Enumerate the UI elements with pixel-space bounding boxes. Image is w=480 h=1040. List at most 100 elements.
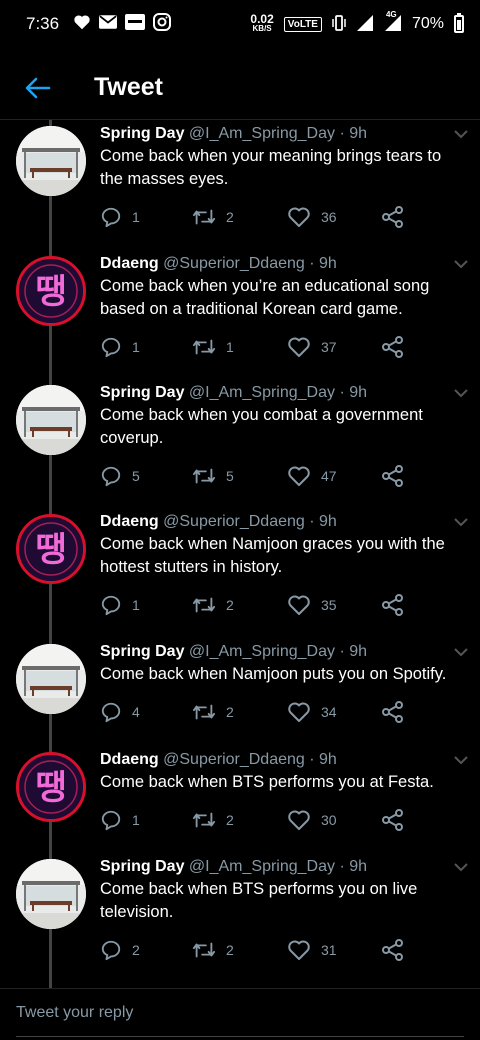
reply-button[interactable]: 2 [100, 939, 192, 961]
like-count: 34 [321, 704, 337, 720]
like-count: 30 [321, 812, 337, 828]
like-button[interactable]: 31 [287, 939, 382, 961]
chevron-down-icon[interactable] [454, 385, 468, 398]
reply-input[interactable] [16, 989, 464, 1037]
share-icon [382, 336, 403, 358]
tweet-actions: 1 2 30 [100, 808, 404, 832]
reply-count: 1 [132, 812, 140, 828]
back-button[interactable] [18, 68, 58, 108]
share-button[interactable] [382, 465, 404, 487]
reply-button[interactable]: 1 [100, 594, 192, 616]
avatar-ddaeng[interactable]: 땡 [16, 752, 86, 822]
user-handle[interactable]: @Superior_Ddaeng [163, 255, 305, 272]
avatar-spring-day[interactable] [16, 644, 86, 714]
reply-icon [101, 810, 121, 831]
user-handle[interactable]: @I_Am_Spring_Day [189, 125, 335, 142]
tweet-text: Come back when you’re an educational son… [100, 277, 430, 318]
like-button[interactable]: 36 [287, 206, 382, 228]
reply-button[interactable]: 1 [100, 336, 192, 358]
tweet-actions: 1 1 37 [100, 335, 404, 359]
reply-count: 5 [132, 468, 140, 484]
share-button[interactable] [382, 336, 404, 358]
avatar-spring-day[interactable] [16, 859, 86, 929]
retweet-button[interactable]: 1 [192, 337, 287, 357]
retweet-count: 2 [226, 942, 234, 958]
like-button[interactable]: 35 [287, 594, 382, 616]
display-name[interactable]: Ddaeng [100, 513, 159, 530]
share-icon [382, 939, 403, 961]
reply-button[interactable]: 1 [100, 809, 192, 831]
tweet-time: · 9h [339, 384, 368, 401]
chevron-down-icon[interactable] [454, 256, 468, 269]
chevron-down-icon[interactable] [454, 126, 468, 139]
retweet-button[interactable]: 2 [192, 207, 287, 227]
avatar-spring-day[interactable] [16, 385, 86, 455]
volte-badge: VoLTE [283, 16, 322, 32]
share-button[interactable] [382, 939, 404, 961]
heart-outline-icon [288, 595, 310, 615]
tweet-text: Come back when your meaning brings tears… [100, 147, 442, 188]
like-button[interactable]: 47 [287, 465, 382, 487]
chevron-down-icon[interactable] [454, 514, 468, 527]
like-count: 47 [321, 468, 337, 484]
retweet-icon [192, 704, 216, 720]
like-button[interactable]: 34 [287, 701, 382, 723]
reply-icon [101, 940, 121, 961]
tweet-header: Spring Day @I_Am_Spring_Day · 9h [100, 641, 460, 663]
like-button[interactable]: 37 [287, 336, 382, 358]
tweet-header: Ddaeng @Superior_Ddaeng · 9h [100, 749, 460, 771]
battery-icon [454, 13, 464, 33]
user-handle[interactable]: @I_Am_Spring_Day [189, 858, 335, 875]
user-handle[interactable]: @I_Am_Spring_Day [189, 384, 335, 401]
share-button[interactable] [382, 594, 404, 616]
display-name[interactable]: Spring Day [100, 643, 184, 660]
retweet-button[interactable]: 5 [192, 466, 287, 486]
app-icon [125, 13, 146, 35]
display-name[interactable]: Ddaeng [100, 255, 159, 272]
tweet-time: · 9h [309, 255, 337, 272]
retweet-button[interactable]: 2 [192, 595, 287, 615]
tweet-header: Ddaeng @Superior_Ddaeng · 9h [100, 253, 460, 275]
tweet-body: Spring Day @I_Am_Spring_Day · 9h Come ba… [100, 382, 460, 450]
share-icon [382, 594, 403, 616]
heart-outline-icon [288, 702, 310, 722]
retweet-icon [192, 597, 216, 613]
like-count: 31 [321, 942, 337, 958]
retweet-button[interactable]: 2 [192, 810, 287, 830]
share-button[interactable] [382, 809, 404, 831]
svg-text:땡: 땡 [35, 768, 66, 808]
share-icon [382, 701, 403, 723]
instagram-icon [153, 12, 172, 36]
reply-icon [101, 702, 121, 723]
chevron-down-icon[interactable] [454, 859, 468, 872]
display-name[interactable]: Spring Day [100, 125, 184, 142]
display-name[interactable]: Spring Day [100, 858, 184, 875]
user-handle[interactable]: @Superior_Ddaeng [163, 513, 305, 530]
svg-text:땡: 땡 [35, 272, 66, 312]
share-button[interactable] [382, 701, 404, 723]
avatar-ddaeng[interactable]: 땡 [16, 514, 86, 584]
signal-4g-icon: 4G [384, 10, 402, 35]
reply-button[interactable]: 4 [100, 701, 192, 723]
tweet-text: Come back when you combat a government c… [100, 406, 423, 447]
retweet-button[interactable]: 2 [192, 702, 287, 722]
display-name[interactable]: Spring Day [100, 384, 184, 401]
svg-text:땡: 땡 [35, 530, 66, 570]
heart-outline-icon [288, 810, 310, 830]
avatar-spring-day[interactable] [16, 126, 86, 196]
reply-button[interactable]: 1 [100, 206, 192, 228]
user-handle[interactable]: @I_Am_Spring_Day [189, 643, 335, 660]
chevron-down-icon[interactable] [454, 752, 468, 765]
share-button[interactable] [382, 206, 404, 228]
chevron-down-icon[interactable] [454, 644, 468, 657]
back-arrow-icon [25, 77, 51, 98]
reply-button[interactable]: 5 [100, 465, 192, 487]
tweet-actions: 2 2 31 [100, 938, 404, 962]
like-button[interactable]: 30 [287, 809, 382, 831]
retweet-count: 2 [226, 597, 234, 613]
retweet-button[interactable]: 2 [192, 940, 287, 960]
reply-count: 1 [132, 209, 140, 225]
avatar-ddaeng[interactable]: 땡 [16, 256, 86, 326]
display-name[interactable]: Ddaeng [100, 751, 159, 768]
user-handle[interactable]: @Superior_Ddaeng [163, 751, 305, 768]
